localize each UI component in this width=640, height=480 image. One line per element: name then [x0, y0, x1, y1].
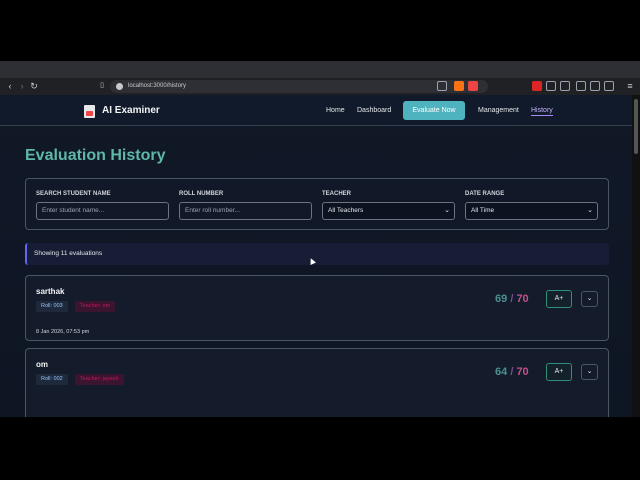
nav-dashboard[interactable]: Dashboard [357, 107, 391, 114]
evaluation-card[interactable]: om Roll: 002 Teacher: jayesh 64 / 70 A+ … [25, 348, 609, 417]
roll-number-label: ROLL NUMBER [179, 191, 224, 197]
date-range-select-value: All Time [471, 207, 495, 214]
nav-management[interactable]: Management [478, 107, 519, 114]
student-name: om [36, 360, 48, 369]
share-icon[interactable] [437, 81, 447, 91]
vpn-icon[interactable] [604, 81, 614, 91]
score-obtained: 64 [495, 366, 508, 378]
evaluate-now-button[interactable]: Evaluate Now [403, 101, 465, 120]
student-name-input[interactable]: Enter student name... [36, 202, 169, 220]
brave-shield-icon[interactable] [454, 81, 464, 91]
browser-window: ‹ › ↻ ▯ localhost:3000/history ≡ AI Exam… [0, 61, 640, 417]
page-content: AI Examiner Home Dashboard Evaluate Now … [0, 95, 632, 417]
date-range-select[interactable]: All Time ⌄ [465, 202, 598, 220]
score-separator: / [510, 366, 514, 378]
site-info-icon[interactable] [116, 83, 123, 90]
expand-button[interactable]: ⌄ [581, 364, 598, 380]
teacher-label: TEACHER [322, 191, 352, 197]
score-obtained: 69 [495, 293, 508, 305]
nav-history[interactable]: History [531, 107, 553, 116]
expand-button[interactable]: ⌄ [581, 291, 598, 307]
roll-badge: Roll: 002 [36, 374, 68, 385]
chevron-down-icon: ⌄ [587, 207, 593, 214]
roll-badge: Roll: 003 [36, 301, 68, 312]
back-icon[interactable]: ‹ [4, 80, 16, 92]
grade-badge: A+ [546, 290, 572, 308]
page-title: Evaluation History [25, 147, 166, 164]
teacher-badge: Teacher: om [75, 301, 116, 312]
score-max: 70 [516, 293, 529, 305]
address-bar[interactable]: localhost:3000/history [110, 80, 488, 93]
grade-badge: A+ [546, 363, 572, 381]
teacher-badge: Teacher: jayesh [75, 374, 124, 385]
wallet-icon[interactable] [590, 81, 600, 91]
score: 64 / 70 [495, 366, 529, 378]
nav-home[interactable]: Home [326, 107, 345, 114]
extension-icon[interactable] [560, 81, 570, 91]
score-max: 70 [516, 366, 529, 378]
extension-icon[interactable] [546, 81, 556, 91]
reload-icon[interactable]: ↻ [28, 80, 40, 92]
scrollbar-thumb[interactable] [634, 99, 638, 154]
chevron-down-icon: ⌄ [444, 207, 450, 214]
url-text: localhost:3000/history [128, 83, 187, 89]
tab-strip [0, 61, 640, 78]
forward-icon[interactable]: › [16, 80, 28, 92]
teacher-select-value: All Teachers [328, 207, 364, 214]
bookmark-icon[interactable]: ▯ [96, 80, 108, 92]
filter-panel: SEARCH STUDENT NAME Enter student name..… [25, 178, 609, 230]
results-count: Showing 11 evaluations [25, 243, 609, 265]
sidebar-icon[interactable] [576, 81, 586, 91]
student-name: sarthak [36, 287, 65, 296]
document-logo-icon [84, 105, 95, 118]
brand-name[interactable]: AI Examiner [102, 105, 160, 116]
score: 69 / 70 [495, 293, 529, 305]
evaluation-date: 8 Jan 2026, 07:53 pm [36, 329, 90, 335]
menu-icon[interactable]: ≡ [624, 80, 636, 92]
student-name-label: SEARCH STUDENT NAME [36, 191, 111, 197]
score-separator: / [510, 293, 514, 305]
evaluation-card[interactable]: sarthak Roll: 003 Teacher: om 8 Jan 2026… [25, 275, 609, 341]
screen: ‹ › ↻ ▯ localhost:3000/history ≡ AI Exam… [0, 0, 640, 480]
teacher-select[interactable]: All Teachers ⌄ [322, 202, 455, 220]
app-header: AI Examiner Home Dashboard Evaluate Now … [0, 95, 632, 126]
browser-toolbar: ‹ › ↻ ▯ localhost:3000/history ≡ [0, 78, 640, 95]
brave-rewards-icon[interactable] [468, 81, 478, 91]
roll-number-input[interactable]: Enter roll number... [179, 202, 312, 220]
date-range-label: DATE RANGE [465, 191, 505, 197]
extension-icon[interactable] [532, 81, 542, 91]
